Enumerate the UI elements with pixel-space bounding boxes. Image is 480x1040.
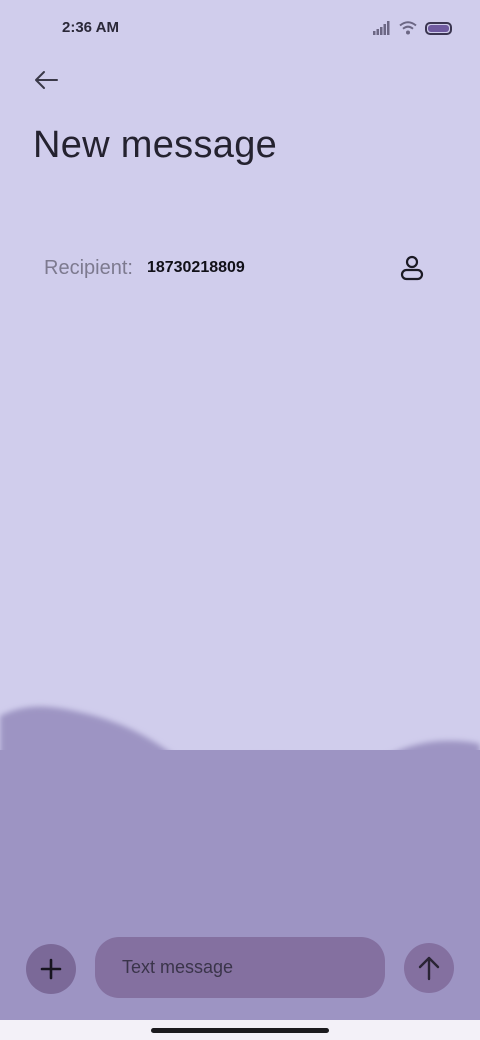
battery-icon: [425, 21, 452, 35]
battery-fill: [428, 24, 449, 32]
navigation-bar: [0, 1020, 480, 1040]
attach-button[interactable]: [26, 944, 76, 994]
status-icons: [373, 18, 452, 38]
wifi-icon: [399, 21, 417, 35]
arrow-up-icon: [418, 956, 440, 981]
recipient-value[interactable]: 18730218809: [147, 259, 245, 277]
back-button[interactable]: [28, 62, 64, 98]
message-input[interactable]: [95, 937, 385, 998]
recipient-label: Recipient:: [44, 256, 133, 279]
status-time: 2:36 AM: [62, 19, 119, 36]
signal-icon: [373, 21, 390, 35]
home-indicator[interactable]: [151, 1028, 329, 1033]
plus-icon: [40, 958, 62, 980]
send-button[interactable]: [404, 943, 454, 993]
status-bar: 2:36 AM: [0, 0, 480, 56]
person-icon: [400, 255, 424, 281]
arrow-left-icon: [35, 71, 58, 89]
contact-picker-button[interactable]: [396, 252, 428, 284]
page-title: New message: [33, 124, 278, 166]
recipient-row[interactable]: Recipient: 18730218809: [44, 252, 436, 284]
